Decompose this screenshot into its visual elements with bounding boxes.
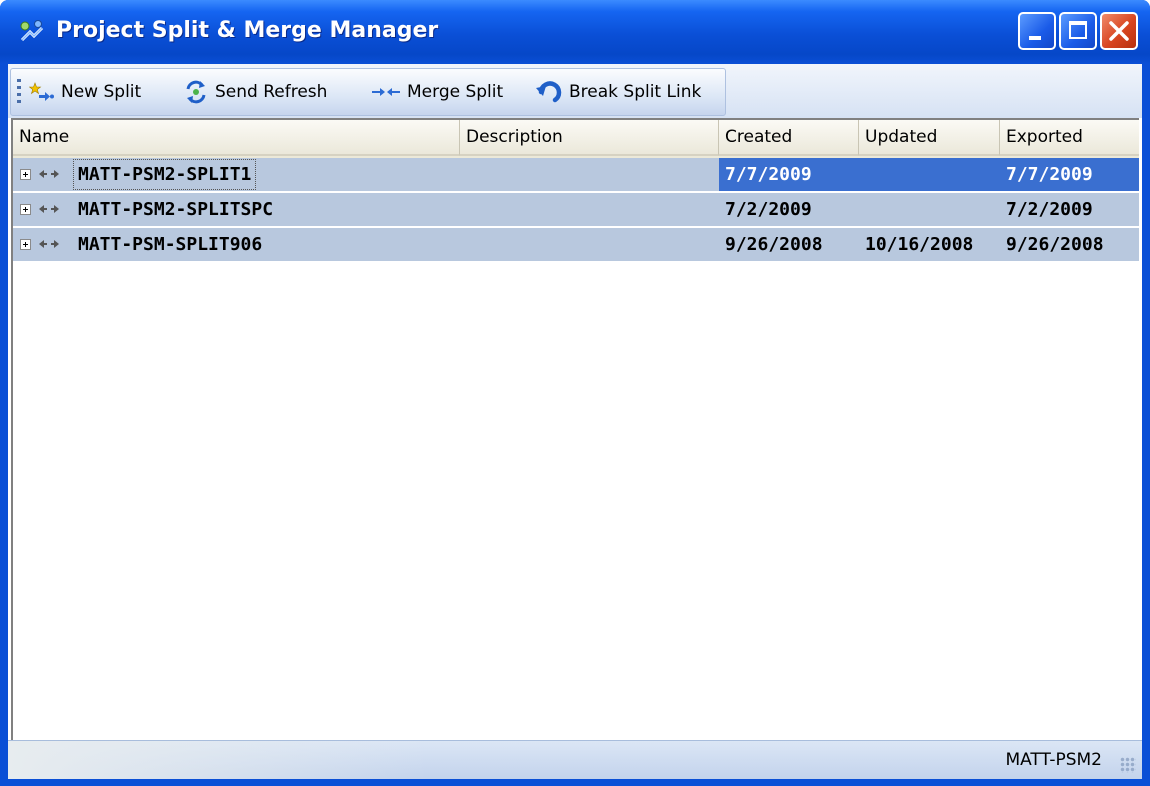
send-refresh-label: Send Refresh	[215, 82, 328, 102]
toolbar: New Split Send Refresh Merge Split Break…	[10, 68, 726, 116]
exported-cell: 9/26/2008	[1006, 234, 1104, 255]
status-gradient	[8, 741, 428, 779]
row-name: MATT-PSM2-SPLITSPC	[78, 199, 274, 220]
merge-split-button[interactable]: Merge Split	[371, 69, 503, 115]
column-header-updated[interactable]: Updated	[859, 120, 1000, 156]
column-header-description[interactable]: Description	[460, 120, 719, 156]
new-split-button[interactable]: New Split	[29, 69, 141, 115]
row-name: MATT-PSM2-SPLIT1	[73, 159, 257, 190]
column-header-exported[interactable]: Exported	[1000, 120, 1139, 156]
app-window: Project Split & Merge Manager New Split …	[0, 0, 1150, 786]
break-split-link-label: Break Split Link	[569, 82, 702, 102]
table-row[interactable]: MATT-PSM2-SPLITSPC 7/2/2009 7/2/2009	[13, 193, 1139, 228]
new-split-label: New Split	[61, 82, 142, 102]
break-link-icon	[536, 81, 562, 103]
name-cell: MATT-PSM2-SPLIT1	[13, 158, 727, 191]
maximize-button[interactable]	[1059, 12, 1097, 50]
table-row[interactable]: MATT-PSM-SPLIT906 9/26/2008 10/16/2008 9…	[13, 228, 1139, 263]
window-title: Project Split & Merge Manager	[56, 18, 439, 43]
break-split-link-button[interactable]: Break Split Link	[535, 69, 701, 115]
merge-split-icon	[372, 88, 400, 96]
toolbar-grip[interactable]	[17, 79, 21, 107]
updated-cell: 10/16/2008	[865, 234, 974, 255]
new-split-icon	[29, 82, 54, 101]
resize-grip-icon[interactable]	[1120, 757, 1136, 773]
send-refresh-icon	[186, 80, 206, 104]
updated-cell	[859, 193, 1000, 226]
created-cell: 7/2/2009	[725, 199, 812, 220]
status-bar: MATT-PSM2	[8, 740, 1142, 779]
exported-cell: 7/7/2009	[1000, 158, 1139, 191]
created-cell: 9/26/2008	[725, 234, 823, 255]
split-merge-app-icon	[20, 20, 44, 42]
split-grid: Name Description Created Updated Exporte…	[11, 118, 1139, 740]
close-button[interactable]	[1100, 12, 1138, 50]
minimize-icon	[1029, 36, 1041, 40]
toolbar-strip: New Split Send Refresh Merge Split Break…	[8, 64, 1142, 118]
client-area: New Split Send Refresh Merge Split Break…	[8, 64, 1142, 779]
name-cell: MATT-PSM-SPLIT906	[13, 228, 727, 261]
merge-split-label: Merge Split	[407, 82, 504, 102]
grid-header: Name Description Created Updated Exporte…	[13, 120, 1139, 158]
table-row[interactable]: MATT-PSM2-SPLIT1 7/7/2009 7/7/2009	[13, 158, 1139, 193]
name-cell: MATT-PSM2-SPLITSPC	[13, 193, 727, 226]
column-header-name[interactable]: Name	[13, 120, 460, 156]
column-header-created[interactable]: Created	[719, 120, 859, 156]
minimize-button[interactable]	[1018, 12, 1056, 50]
title-bar[interactable]: Project Split & Merge Manager	[0, 0, 1150, 64]
send-refresh-button[interactable]: Send Refresh	[183, 69, 327, 115]
close-icon	[1109, 21, 1129, 41]
row-name: MATT-PSM-SPLIT906	[78, 234, 263, 255]
updated-cell	[859, 158, 1000, 191]
exported-cell: 7/2/2009	[1006, 199, 1093, 220]
created-cell: 7/7/2009	[719, 158, 859, 191]
maximize-icon	[1069, 21, 1087, 39]
status-text: MATT-PSM2	[1005, 750, 1102, 770]
